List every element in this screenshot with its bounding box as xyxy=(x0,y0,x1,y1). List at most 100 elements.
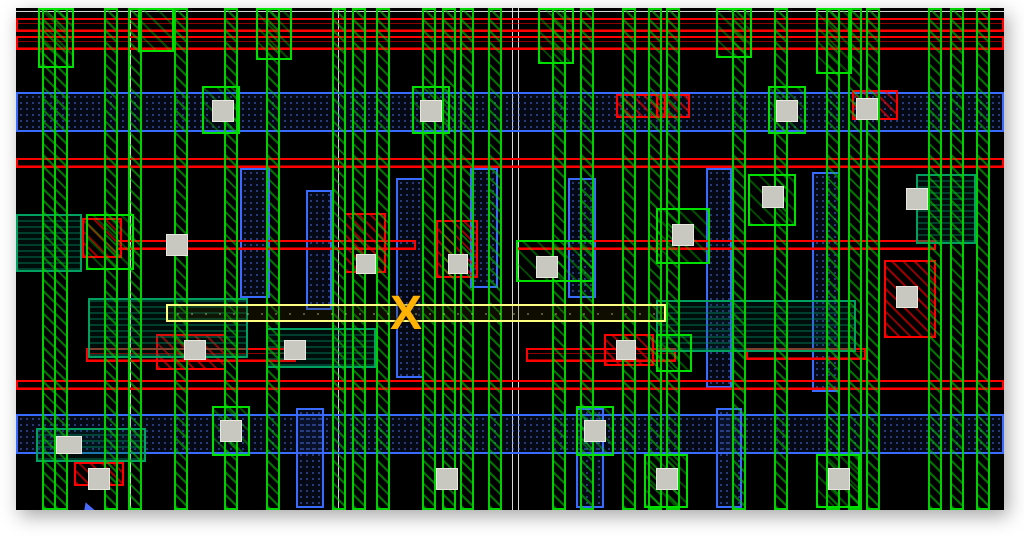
poly-vertical[interactable] xyxy=(488,8,502,510)
green-box[interactable] xyxy=(38,8,74,68)
metal1-rail[interactable] xyxy=(526,348,676,362)
green-box[interactable] xyxy=(748,174,796,226)
via-contact[interactable] xyxy=(436,468,458,490)
layout-canvas[interactable]: X xyxy=(16,8,1004,510)
diffusion-vertical[interactable] xyxy=(716,408,742,508)
poly-vertical[interactable] xyxy=(826,8,840,510)
poly-vertical[interactable] xyxy=(42,8,56,510)
metal1-box[interactable] xyxy=(436,220,478,278)
metal1-rail[interactable] xyxy=(16,158,1004,168)
diffusion-band[interactable] xyxy=(16,414,1004,454)
metal1-rail[interactable] xyxy=(16,380,1004,390)
green-box[interactable] xyxy=(816,454,860,508)
poly-vertical[interactable] xyxy=(128,8,142,510)
poly-vertical[interactable] xyxy=(580,8,594,510)
poly-vertical[interactable] xyxy=(332,8,346,510)
green-box[interactable] xyxy=(816,8,852,74)
metal1-box[interactable] xyxy=(344,213,386,273)
teal-region[interactable] xyxy=(916,174,976,244)
teal-region[interactable] xyxy=(16,214,82,272)
green-box[interactable] xyxy=(576,406,614,456)
metal1-box[interactable] xyxy=(74,462,124,486)
poly-vertical[interactable] xyxy=(174,8,188,510)
via-contact[interactable] xyxy=(166,234,188,256)
metal1-box[interactable] xyxy=(156,334,226,370)
via-contact[interactable] xyxy=(896,286,918,308)
green-box[interactable] xyxy=(656,208,710,264)
poly-vertical[interactable] xyxy=(976,8,990,510)
via-contact[interactable] xyxy=(220,420,242,442)
poly-vertical[interactable] xyxy=(352,8,366,510)
via-contact[interactable] xyxy=(672,224,694,246)
via-contact[interactable] xyxy=(212,100,234,122)
metal1-rail[interactable] xyxy=(746,348,866,360)
metal1-box[interactable] xyxy=(82,218,122,258)
via-contact[interactable] xyxy=(762,186,784,208)
via-contact[interactable] xyxy=(448,254,468,274)
metal1-box[interactable] xyxy=(616,94,666,118)
metal1-box[interactable] xyxy=(852,90,898,120)
diffusion-vertical[interactable] xyxy=(296,408,324,508)
poly-vertical[interactable] xyxy=(376,8,390,510)
green-box[interactable] xyxy=(212,406,250,456)
poly-vertical[interactable] xyxy=(950,8,964,510)
poly-vertical[interactable] xyxy=(666,8,680,510)
metal1-rail[interactable] xyxy=(116,240,416,250)
metal1-box[interactable] xyxy=(656,94,690,118)
via-contact[interactable] xyxy=(536,256,558,278)
poly-vertical[interactable] xyxy=(648,8,662,510)
poly-vertical[interactable] xyxy=(422,8,436,510)
diffusion-vertical[interactable] xyxy=(240,168,270,298)
via-contact[interactable] xyxy=(420,100,442,122)
via-contact[interactable] xyxy=(656,468,678,490)
via-contact[interactable] xyxy=(88,468,110,490)
metal1-rail[interactable] xyxy=(16,18,1004,32)
via-contact[interactable] xyxy=(284,340,306,360)
green-box[interactable] xyxy=(138,8,174,52)
diffusion-vertical[interactable] xyxy=(706,168,732,388)
via-contact[interactable] xyxy=(184,340,206,360)
metal1-rail[interactable] xyxy=(516,240,936,250)
teal-region[interactable] xyxy=(656,300,856,352)
poly-vertical[interactable] xyxy=(622,8,636,510)
via-contact[interactable] xyxy=(906,188,928,210)
green-box[interactable] xyxy=(768,86,806,134)
via-contact[interactable] xyxy=(584,420,606,442)
green-box[interactable] xyxy=(86,214,134,270)
poly-vertical[interactable] xyxy=(732,8,746,510)
poly-vertical[interactable] xyxy=(848,8,862,510)
poly-vertical[interactable] xyxy=(460,8,474,510)
metal1-rail[interactable] xyxy=(16,36,1004,50)
diffusion-vertical[interactable] xyxy=(396,178,424,378)
poly-vertical[interactable] xyxy=(104,8,118,510)
poly-vertical[interactable] xyxy=(266,8,280,510)
green-box[interactable] xyxy=(656,334,692,372)
via-contact[interactable] xyxy=(776,100,798,122)
selection-marker[interactable]: X xyxy=(390,290,422,338)
via-contact[interactable] xyxy=(856,98,878,120)
green-box[interactable] xyxy=(716,8,752,58)
diffusion-vertical[interactable] xyxy=(306,190,332,310)
poly-vertical[interactable] xyxy=(866,8,880,510)
via-contact[interactable] xyxy=(616,340,636,360)
diffusion-vertical[interactable] xyxy=(568,178,596,298)
poly-vertical[interactable] xyxy=(54,8,68,510)
poly-vertical[interactable] xyxy=(224,8,238,510)
teal-region[interactable] xyxy=(88,298,248,358)
diffusion-vertical[interactable] xyxy=(470,168,498,288)
poly-vertical[interactable] xyxy=(928,8,942,510)
green-box[interactable] xyxy=(516,240,594,282)
metal1-rail[interactable] xyxy=(86,348,296,362)
green-box[interactable] xyxy=(644,454,688,508)
diffusion-vertical[interactable] xyxy=(576,408,604,508)
green-box[interactable] xyxy=(538,8,574,64)
green-box[interactable] xyxy=(256,8,292,60)
poly-vertical[interactable] xyxy=(774,8,788,510)
via-contact[interactable] xyxy=(356,254,376,274)
poly-vertical[interactable] xyxy=(552,8,566,510)
diffusion-band[interactable] xyxy=(16,92,1004,132)
via-contact[interactable] xyxy=(56,436,82,454)
green-box[interactable] xyxy=(412,86,450,134)
diffusion-vertical[interactable] xyxy=(812,172,840,392)
poly-vertical[interactable] xyxy=(442,8,456,510)
